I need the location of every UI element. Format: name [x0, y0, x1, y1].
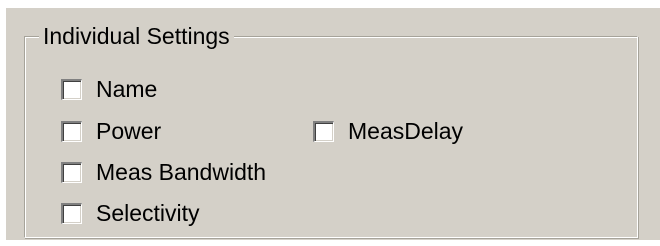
- meas-delay-checkbox[interactable]: [313, 120, 334, 142]
- settings-panel: Individual Settings Name Power MeasDelay…: [6, 8, 660, 240]
- name-checkbox-label[interactable]: Name: [96, 75, 157, 103]
- meas-bandwidth-checkbox-label[interactable]: Meas Bandwidth: [96, 158, 266, 186]
- selectivity-checkbox-label[interactable]: Selectivity: [96, 199, 200, 227]
- power-checkbox-label[interactable]: Power: [96, 117, 161, 145]
- meas-bandwidth-checkbox[interactable]: [61, 161, 82, 183]
- group-title: Individual Settings: [39, 22, 234, 50]
- selectivity-checkbox[interactable]: [61, 202, 82, 224]
- power-checkbox[interactable]: [61, 120, 82, 142]
- name-checkbox[interactable]: [61, 78, 82, 100]
- meas-delay-checkbox-option[interactable]: MeasDelay: [313, 117, 463, 145]
- power-checkbox-option[interactable]: Power: [61, 117, 161, 145]
- meas-bandwidth-checkbox-option[interactable]: Meas Bandwidth: [61, 158, 266, 186]
- name-checkbox-option[interactable]: Name: [61, 75, 157, 103]
- meas-delay-checkbox-label[interactable]: MeasDelay: [348, 117, 463, 145]
- individual-settings-group: Individual Settings Name Power MeasDelay…: [24, 22, 638, 238]
- selectivity-checkbox-option[interactable]: Selectivity: [61, 199, 200, 227]
